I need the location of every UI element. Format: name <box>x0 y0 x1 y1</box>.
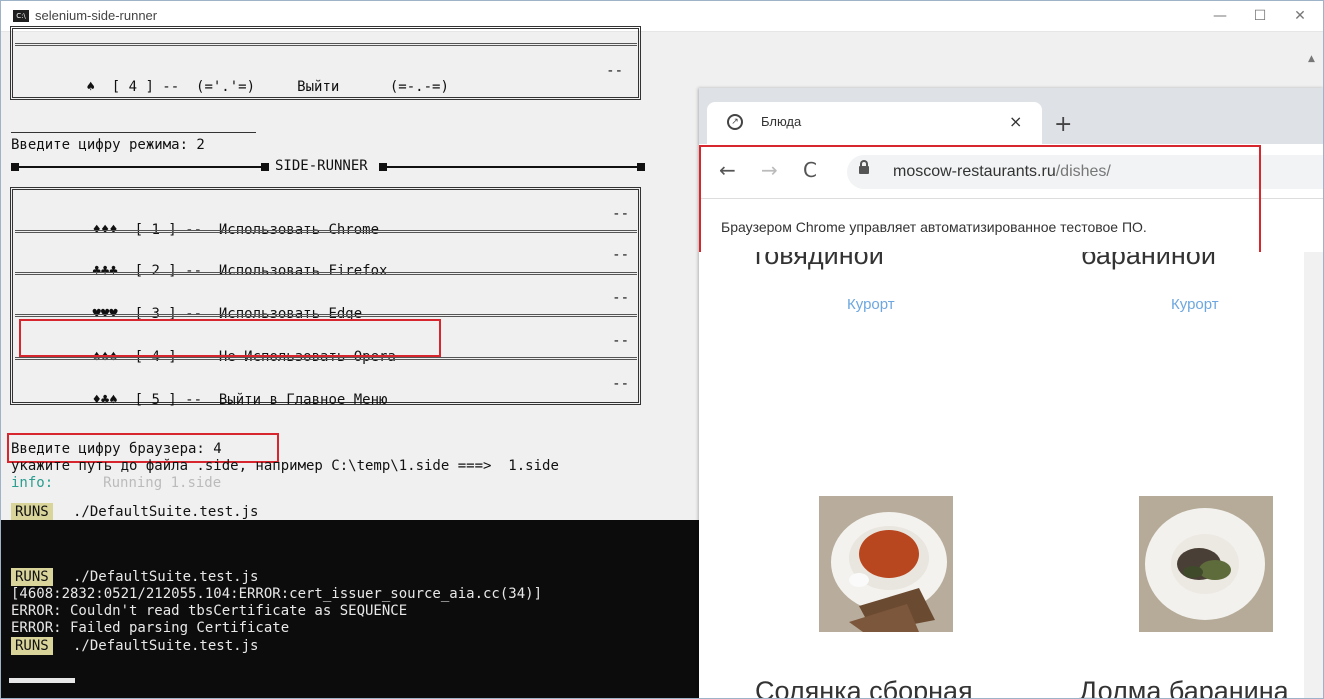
screenshot-border <box>0 0 1324 699</box>
